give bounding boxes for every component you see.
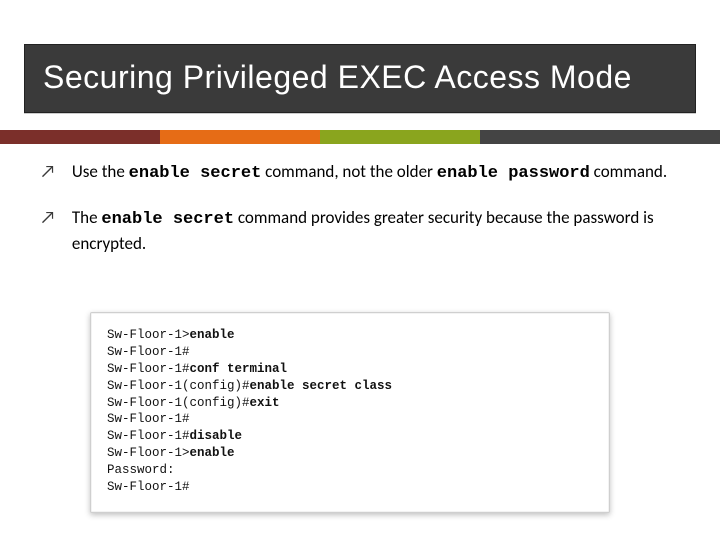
terminal-prompt: Password: xyxy=(107,463,175,477)
accent-stripe xyxy=(0,130,720,144)
terminal-box: Sw-Floor-1>enableSw-Floor-1#Sw-Floor-1#c… xyxy=(90,312,610,513)
code-run: enable password xyxy=(437,164,590,183)
accent-seg-green xyxy=(320,130,480,144)
terminal-command: enable xyxy=(190,446,235,460)
terminal-line: Password: xyxy=(107,462,593,479)
terminal-command: enable secret class xyxy=(250,379,393,393)
bullet-text: Use the enable secret command, not the o… xyxy=(72,160,680,186)
terminal-line: Sw-Floor-1# xyxy=(107,411,593,428)
page-title: Securing Privileged EXEC Access Mode xyxy=(43,59,677,96)
terminal-command: conf terminal xyxy=(190,362,288,376)
text-run: command. xyxy=(590,161,667,182)
text-run: The xyxy=(72,207,102,228)
terminal-line: Sw-Floor-1>enable xyxy=(107,445,593,462)
arrow-icon: ↗ xyxy=(40,161,56,183)
terminal-prompt: Sw-Floor-1(config)# xyxy=(107,379,250,393)
terminal-line: Sw-Floor-1# xyxy=(107,344,593,361)
code-run: enable secret xyxy=(101,210,234,229)
terminal-line: Sw-Floor-1# xyxy=(107,479,593,496)
terminal-command: exit xyxy=(250,396,280,410)
terminal-line: Sw-Floor-1(config)#enable secret class xyxy=(107,378,593,395)
text-run: Use the xyxy=(72,161,129,182)
terminal-prompt: Sw-Floor-1# xyxy=(107,429,190,443)
body-area: ↗ Use the enable secret command, not the… xyxy=(40,160,680,275)
bullet-text: The enable secret command provides great… xyxy=(72,206,680,256)
text-run: command, not the older xyxy=(261,161,437,182)
terminal-prompt: Sw-Floor-1# xyxy=(107,480,190,494)
terminal-prompt: Sw-Floor-1> xyxy=(107,328,190,342)
terminal-line: Sw-Floor-1(config)#exit xyxy=(107,395,593,412)
terminal-output: Sw-Floor-1>enableSw-Floor-1#Sw-Floor-1#c… xyxy=(107,327,593,496)
terminal-prompt: Sw-Floor-1# xyxy=(107,362,190,376)
slide: Securing Privileged EXEC Access Mode ↗ U… xyxy=(0,0,720,540)
terminal-prompt: Sw-Floor-1# xyxy=(107,412,190,426)
terminal-line: Sw-Floor-1#conf terminal xyxy=(107,361,593,378)
terminal-line: Sw-Floor-1>enable xyxy=(107,327,593,344)
code-run: enable secret xyxy=(129,164,262,183)
terminal-command: disable xyxy=(190,429,243,443)
accent-seg-gray xyxy=(480,130,720,144)
terminal-prompt: Sw-Floor-1> xyxy=(107,446,190,460)
terminal-line: Sw-Floor-1#disable xyxy=(107,428,593,445)
terminal-command: enable xyxy=(190,328,235,342)
title-band: Securing Privileged EXEC Access Mode xyxy=(24,44,696,113)
bullet-item: ↗ Use the enable secret command, not the… xyxy=(40,160,680,186)
bullet-item: ↗ The enable secret command provides gre… xyxy=(40,206,680,256)
terminal-prompt: Sw-Floor-1# xyxy=(107,345,190,359)
accent-seg-red xyxy=(0,130,160,144)
terminal-prompt: Sw-Floor-1(config)# xyxy=(107,396,250,410)
accent-seg-orange xyxy=(160,130,320,144)
arrow-icon: ↗ xyxy=(40,207,56,229)
